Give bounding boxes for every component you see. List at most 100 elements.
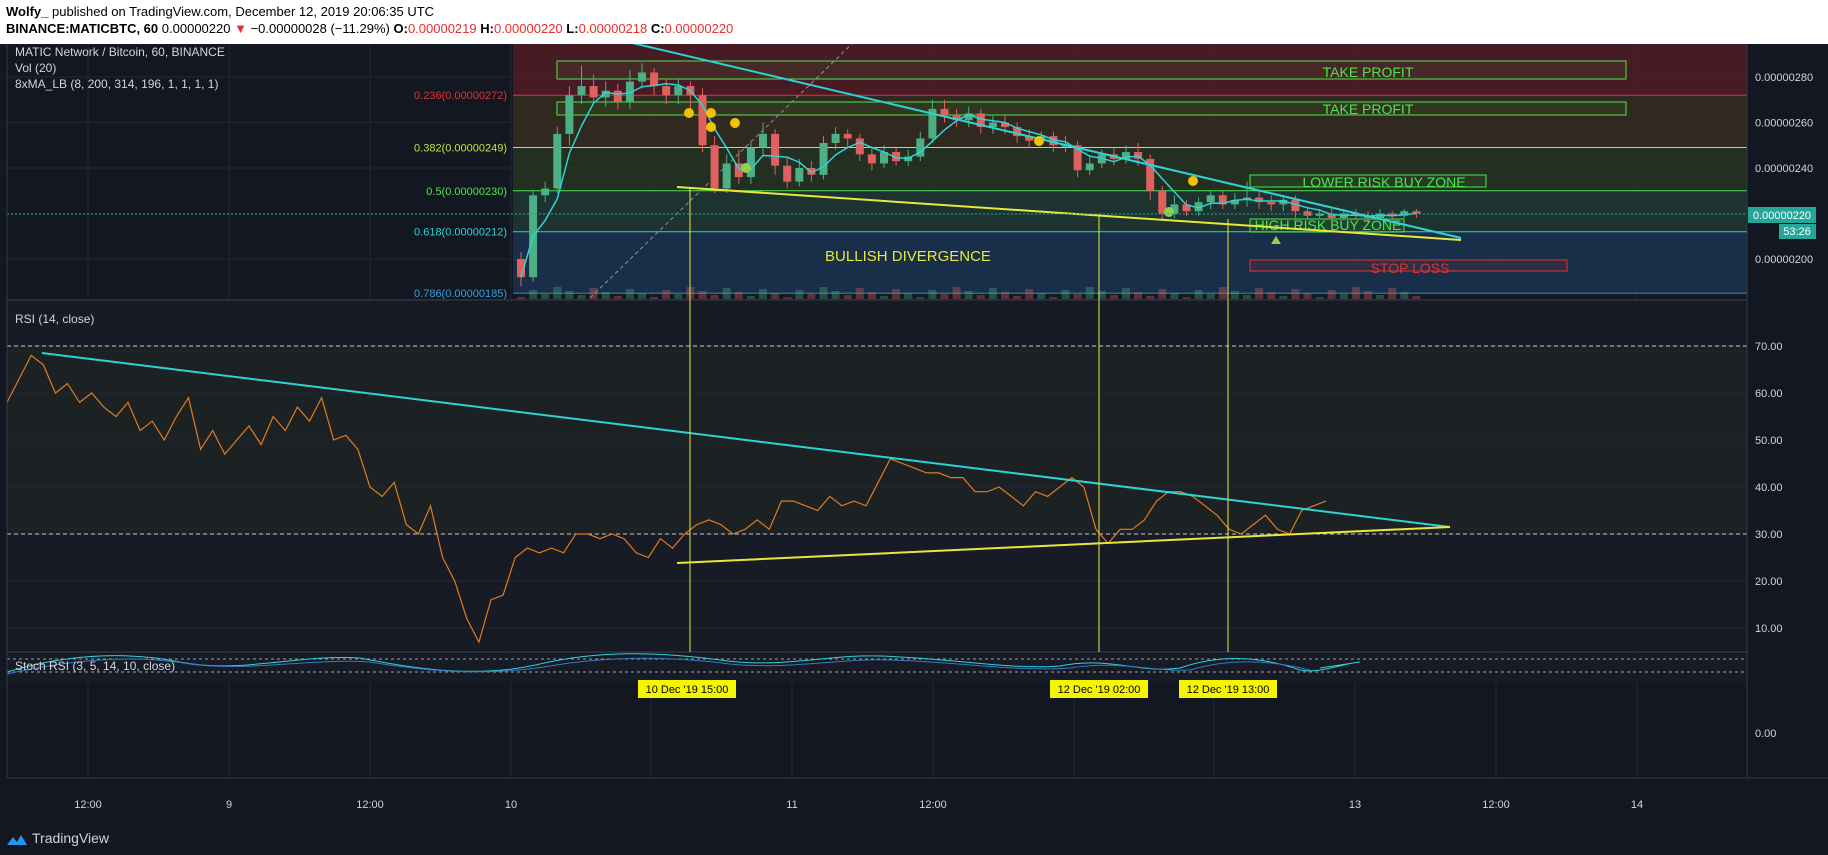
volume-bar [662,290,671,300]
volume-bar [1218,287,1227,300]
time-tick-label: 13 [1349,799,1361,811]
down-arrow-icon: ▼ [234,21,247,36]
tradingview-brand[interactable]: TradingView [32,830,109,846]
candle-body [831,133,840,143]
fib-zone-fills [513,44,1747,292]
candle-body [638,72,646,82]
chart-canvas[interactable]: 0.236(0.00000272) 0.382(0.00000249) 0.5(0.… [0,44,1828,822]
volume-bar [964,291,973,300]
volume-bar [1025,289,1034,300]
fib-label: 0.786(0.00000185) [414,288,507,300]
candle-body [674,86,683,96]
volume-bar [1170,293,1179,300]
volume-bar [1255,288,1264,300]
chart-title[interactable]: MATIC Network / Bitcoin, 60, BINANCE [15,45,225,59]
volume-legend[interactable]: Vol (20) [15,61,56,75]
volume-bar [565,291,574,300]
volume-bar [589,288,598,300]
volume-bar [1001,292,1009,300]
candle-body [662,86,671,96]
volume-bar [831,291,840,300]
time-tick-label: 10 [505,799,517,811]
candle-body [577,86,586,96]
volume-bar [1122,288,1130,300]
time-tick-label: 11 [786,799,797,811]
volume-bar [1194,290,1203,300]
time-tick-label: 12:00 [356,799,384,811]
rsi-tick-label: 20.00 [1755,576,1783,588]
take-profit-zone-2[interactable] [556,101,1627,116]
rsi-tick-label: 70.00 [1755,341,1783,353]
candle-body [759,133,767,148]
volume-bar [892,289,901,300]
rsi-tick-label: 30.00 [1755,529,1783,541]
volume-bar [638,293,646,300]
volume-bar [1134,292,1143,300]
volume-bar [988,288,997,300]
rsi-tick-label: 10.00 [1755,623,1783,635]
volume-bar [625,289,634,300]
volume-bar [601,292,610,300]
time-tick-label: 12:00 [919,799,947,811]
event-time-1: 10 Dec '19 15:00 [646,684,729,696]
price-tick-label: 0.00000260 [1755,118,1813,130]
candle-body [1206,195,1215,203]
take-profit-label-2: TAKE PROFIT [1323,101,1414,117]
volume-bar [771,293,780,300]
volume-bar [1037,293,1046,300]
stoch-legend[interactable]: Stoch RSI (3, 5, 14, 10, close) [15,659,175,673]
countdown-text: 53:26 [1783,226,1811,238]
candle-body [746,147,755,178]
volume-bar [722,288,731,300]
symbol-label: BINANCE:MATICBTC, 60 [6,21,159,36]
candle-body [867,154,876,164]
volume-bar [867,292,876,300]
volume-bar [1061,290,1070,300]
candle-body [613,90,622,103]
volume-bar [698,291,707,300]
low-label: L: [566,21,579,36]
candle-body [1085,163,1094,171]
time-tick-label: 14 [1631,799,1643,811]
candle-body [589,86,598,98]
stoch-pane [7,654,1747,682]
chart-header: Wolfy_ published on TradingView.com, Dec… [0,0,1828,44]
event-time-3: 12 Dec '19 13:00 [1187,684,1270,696]
price-tick-label: 0.00000200 [1755,254,1813,266]
bullish-divergence-label: BULLISH DIVERGENCE [825,248,991,265]
tradingview-logo-icon[interactable] [6,833,28,847]
rsi-legend[interactable]: RSI (14, close) [15,312,94,326]
rsi-tick-label: 40.00 [1755,482,1783,494]
event-time-2: 12 Dec '19 02:00 [1058,684,1141,696]
price-change: −0.00000028 (−11.29%) [250,21,390,36]
author-name[interactable]: Wolfy_ [6,4,48,19]
close-value: 0.00000220 [664,21,734,36]
volume-bar [1388,288,1397,300]
candle-body [855,138,864,155]
volume-bar [734,292,743,300]
stop-loss-label: STOP LOSS [1371,260,1450,276]
volume-bar [1327,290,1336,300]
stoch-tick-label: 0.00 [1755,728,1776,740]
volume-bar [1267,292,1276,300]
low-value: 0.00000218 [578,21,648,36]
volume-bar [795,290,804,300]
volume-bar [1303,293,1312,300]
volume-bar [1400,292,1409,300]
volume-bar [1364,291,1372,300]
candle-body [722,163,731,189]
volume-bar [1291,289,1300,300]
volume-bar [1351,287,1360,300]
open-label: O: [393,21,408,36]
high-label: H: [480,21,494,36]
volume-bar [759,289,767,300]
price-scale[interactable] [1747,44,1828,822]
candle-body [819,142,828,175]
fib-label: 0.5(0.00000230) [426,186,507,198]
last-price-tag-text: 0.00000220 [1753,210,1811,222]
candle-body [541,188,550,196]
fib-label: 0.618(0.00000212) [414,227,507,239]
volume-bar [855,288,864,300]
volume-bar [1230,291,1239,300]
ma-legend[interactable]: 8xMA_LB (8, 200, 314, 196, 1, 1, 1, 1) [15,77,218,91]
